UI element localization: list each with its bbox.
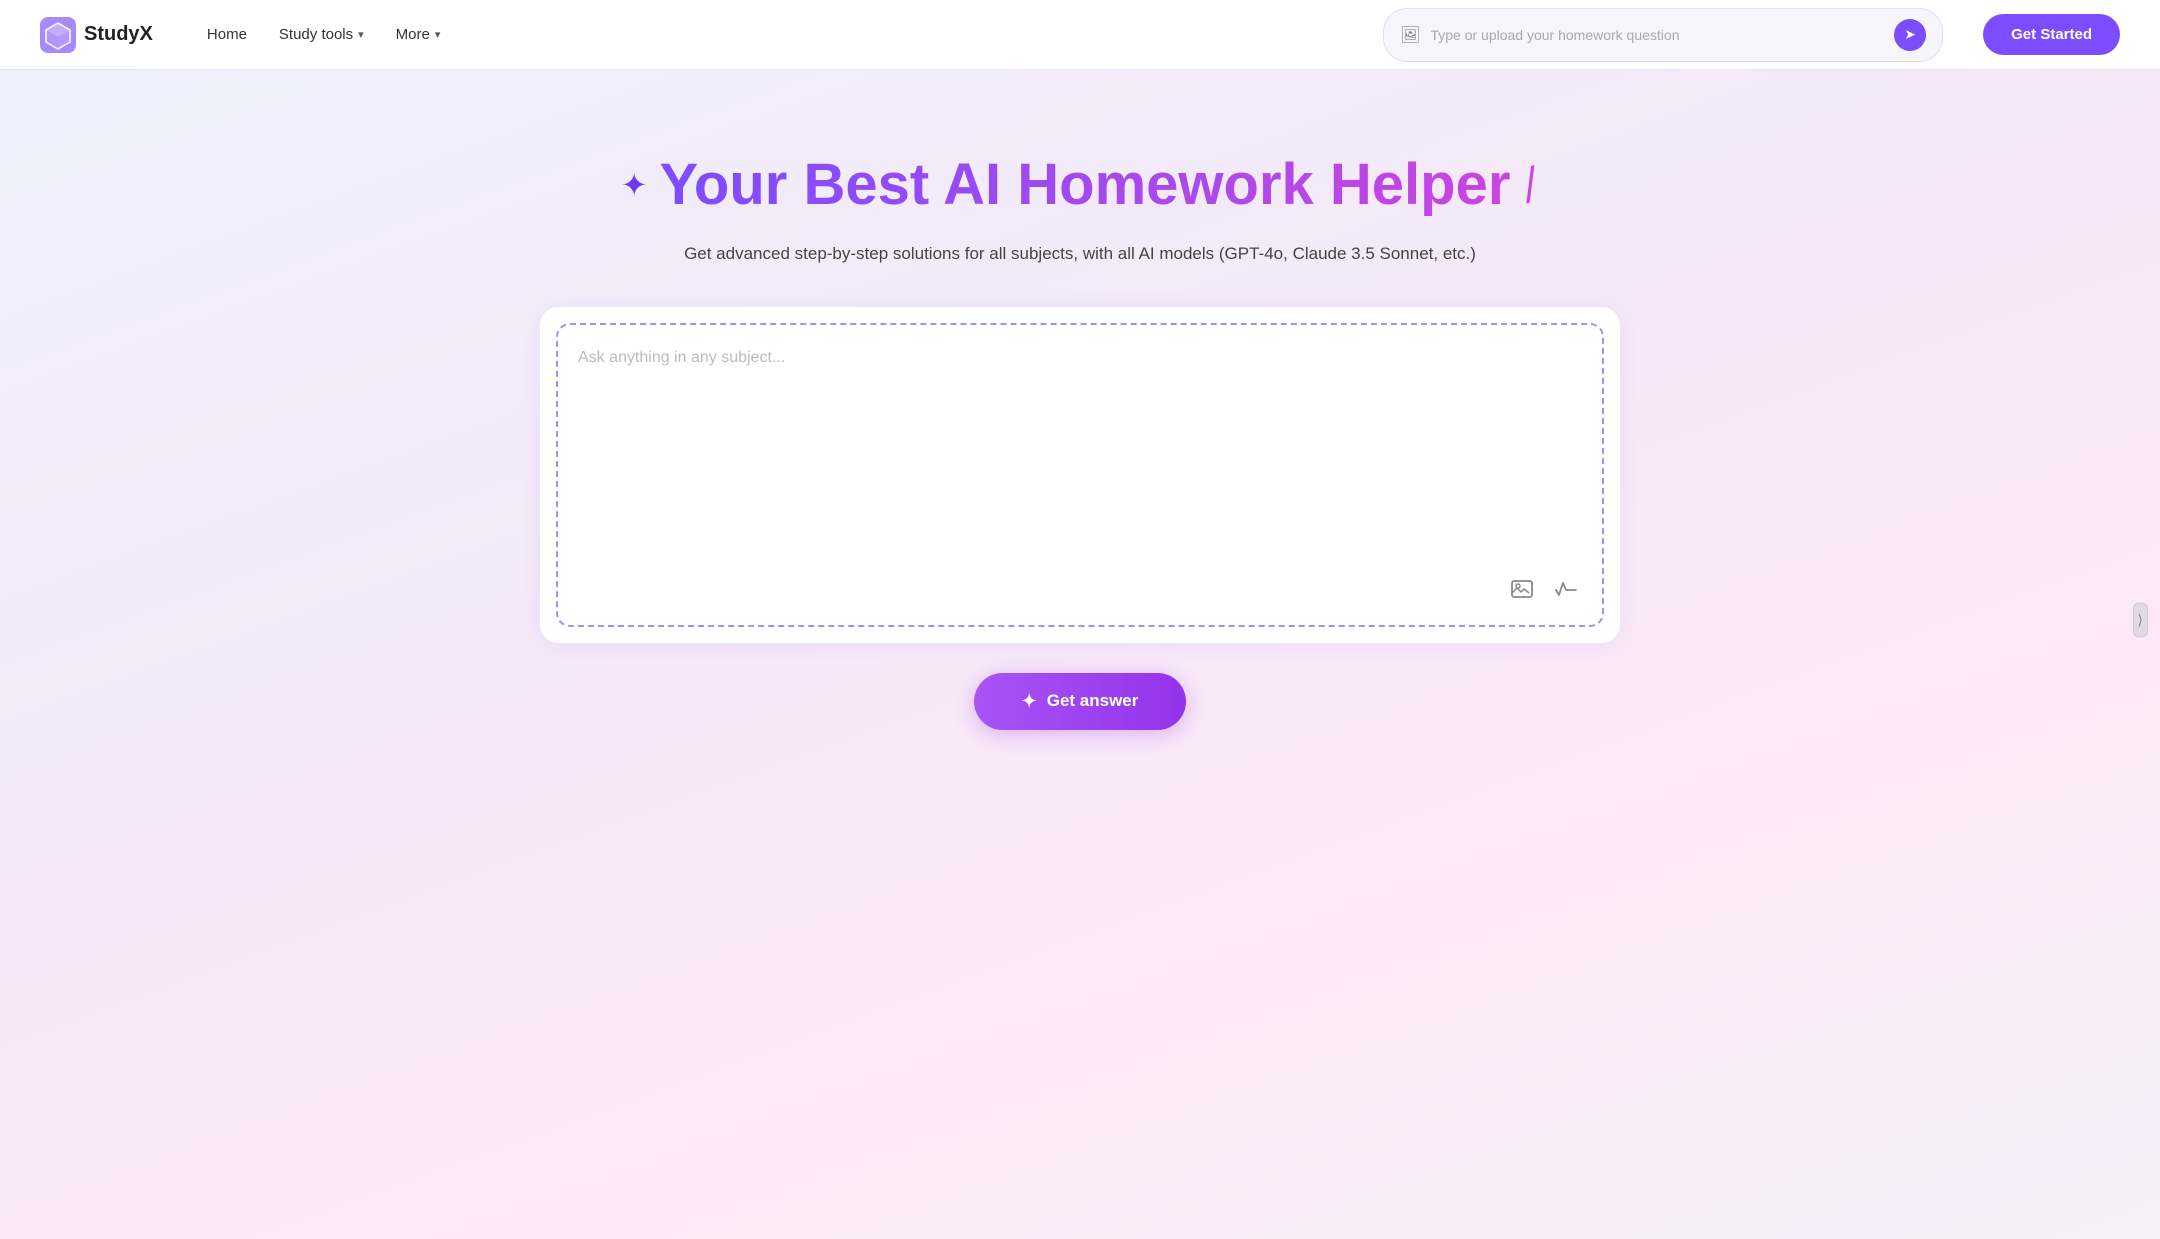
image-upload-button[interactable] (1506, 573, 1538, 605)
hero-subtitle: Get advanced step-by-step solutions for … (684, 240, 1476, 267)
navbar-search-bar: 🖼 ➤ (1383, 8, 1943, 62)
navbar-search-send-button[interactable]: ➤ (1894, 19, 1926, 51)
formula-icon (1554, 577, 1578, 601)
image-icon (1510, 577, 1534, 601)
logo[interactable]: StudyX (40, 17, 153, 53)
nav-study-tools[interactable]: Study tools ▾ (265, 18, 378, 51)
squiggle-icon: ╱ (1517, 166, 1544, 203)
sparkle-icon: ✦ (1022, 691, 1037, 712)
input-action-bar (578, 573, 1582, 605)
nav-home[interactable]: Home (193, 18, 261, 51)
input-textarea-wrapper (556, 323, 1604, 627)
upload-image-icon: 🖼 (1400, 25, 1420, 45)
study-tools-chevron-icon: ▾ (358, 28, 364, 41)
hero-title-area: ✦ Your Best AI Homework Helper ╱ (621, 150, 1540, 220)
formula-button[interactable] (1550, 573, 1582, 605)
logo-text: StudyX (84, 23, 153, 46)
nav-links: Home Study tools ▾ More ▾ (193, 18, 1363, 51)
side-collapse-button[interactable]: ⟩ (2133, 602, 2148, 637)
hero-title: Your Best AI Homework Helper (660, 150, 1511, 220)
navbar-search-input[interactable] (1430, 27, 1884, 43)
navbar: StudyX Home Study tools ▾ More ▾ 🖼 ➤ Get… (0, 0, 2160, 70)
get-started-button[interactable]: Get Started (1983, 14, 2120, 55)
star-icon: ✦ (621, 169, 648, 201)
main-question-input[interactable] (578, 345, 1582, 565)
nav-more[interactable]: More ▾ (382, 18, 455, 51)
hero-section: ✦ Your Best AI Homework Helper ╱ Get adv… (0, 70, 2160, 1239)
logo-icon (40, 17, 76, 53)
more-chevron-icon: ▾ (435, 28, 441, 41)
get-answer-button[interactable]: ✦ Get answer (974, 673, 1187, 730)
main-input-card (540, 307, 1620, 643)
